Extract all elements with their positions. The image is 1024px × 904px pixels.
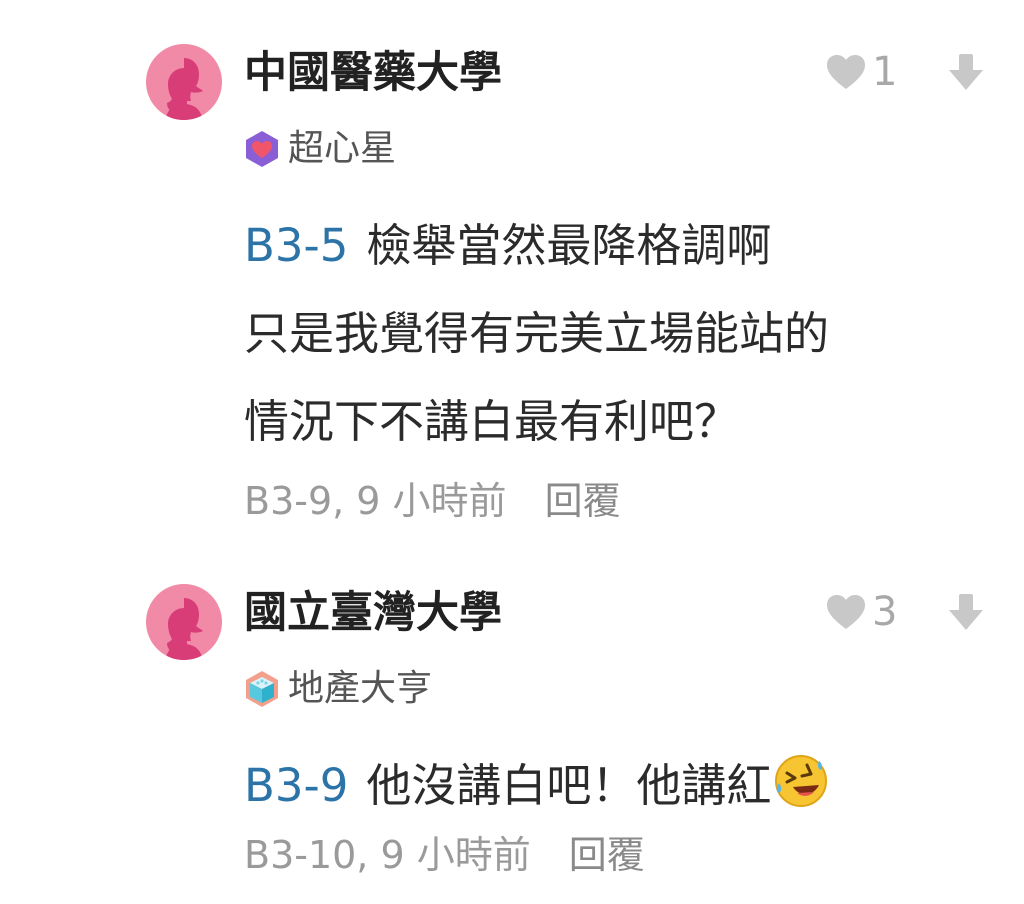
cyan-building-block-badge-icon: [246, 671, 278, 707]
purple-heart-hexagon-badge-icon: [246, 131, 278, 167]
like-count: 3: [872, 589, 898, 635]
school-name[interactable]: 國立臺灣大學: [244, 586, 502, 640]
comment-line: 情況下不講白最有利吧？: [244, 395, 740, 448]
like-count: 1: [872, 49, 898, 95]
like-button[interactable]: 1: [826, 52, 897, 92]
comment-meta: B3-9, 9 小時前 回覆: [244, 470, 621, 525]
persona-name: 地產大亨: [288, 668, 433, 709]
comment-line: B3-9 他沒講白吧！他講紅: [244, 742, 829, 830]
persona-name: 超心星: [288, 128, 397, 169]
comment-line: B3-5 檢舉當然最降格調啊: [244, 202, 829, 290]
comment-body: B3-5 檢舉當然最降格調啊 只是我覺得有完美立場能站的 情況下不講白最有利吧？: [244, 202, 829, 466]
comment-line: 只是我覺得有完美立場能站的: [244, 307, 830, 360]
heart-icon: [827, 55, 865, 89]
avatar[interactable]: [146, 584, 222, 660]
school-name[interactable]: 中國醫藥大學: [244, 46, 502, 100]
user-silhouette-icon: [166, 58, 203, 120]
user-silhouette-icon: [166, 598, 203, 660]
reply-button[interactable]: 回覆: [545, 470, 621, 525]
reply-button[interactable]: 回覆: [569, 824, 645, 879]
comment-card: 中國醫藥大學 超心星 1 B3-5 檢舉當然最降格調啊 只是我覺得有完美立場能站的…: [0, 0, 1024, 540]
comment-text: 他沒講白吧！他講紅: [366, 759, 772, 812]
floor-tag-link[interactable]: B3-9: [244, 759, 348, 812]
comment-card: 國立臺灣大學 地產大亨 3 B3-9 他沒講白吧！他講紅 B3-10, 9 小時…: [0, 540, 1024, 904]
floor-and-time: B3-9, 9 小時前: [244, 479, 507, 523]
avatar[interactable]: [146, 44, 222, 120]
persona[interactable]: 超心星: [242, 124, 396, 174]
arrow-down-icon[interactable]: [948, 52, 984, 92]
comment-text: 檢舉當然最降格調啊: [366, 219, 772, 272]
comment-body: B3-9 他沒講白吧！他講紅: [244, 742, 829, 830]
floor-and-time: B3-10, 9 小時前: [244, 833, 531, 877]
arrow-down-icon[interactable]: [948, 592, 984, 632]
comment-meta: B3-10, 9 小時前 回覆: [244, 824, 645, 879]
rolling-on-floor-laughing-emoji-icon: [775, 755, 828, 807]
floor-tag-link[interactable]: B3-5: [244, 219, 348, 272]
persona[interactable]: 地產大亨: [242, 664, 432, 714]
heart-icon: [827, 595, 865, 629]
like-button[interactable]: 3: [826, 592, 897, 632]
